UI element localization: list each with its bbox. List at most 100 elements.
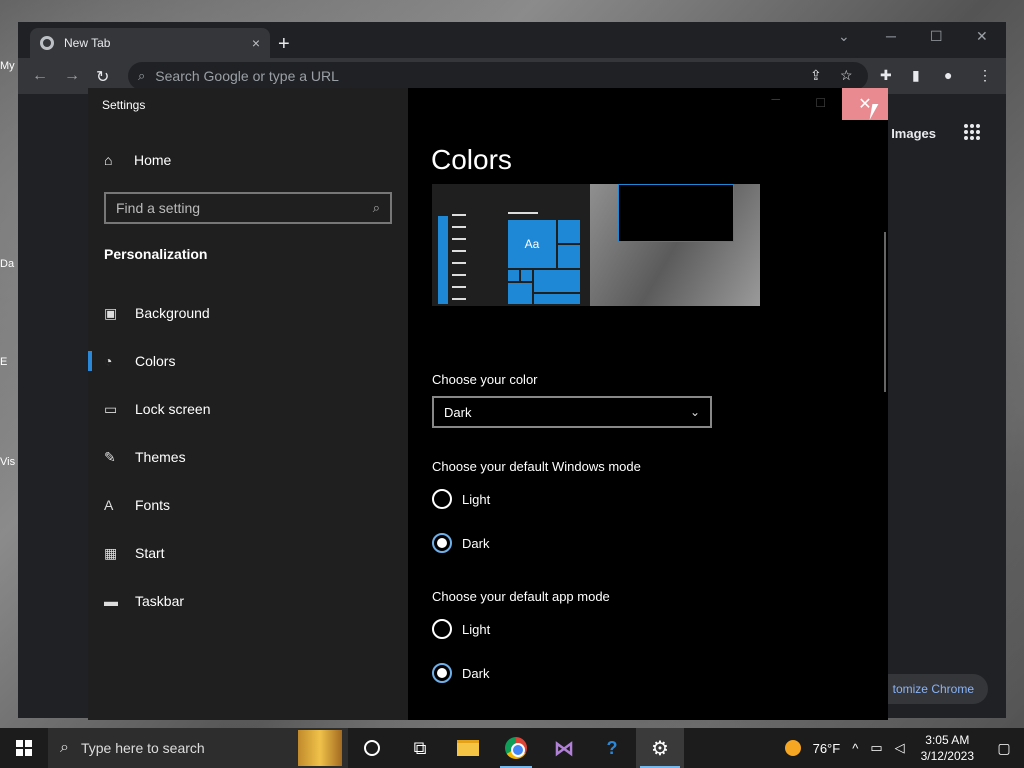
- chrome-favicon-icon: [40, 36, 54, 50]
- taskbar: ⌕ Type here to search ⧉ ⋈ ? ⚙ 76°F ^ ▭ ◁…: [0, 728, 1024, 768]
- settings-taskbar-button[interactable]: ⚙: [636, 728, 684, 768]
- desktop-icon-label[interactable]: E: [0, 356, 18, 368]
- close-button[interactable]: ✕: [842, 88, 888, 120]
- sidebar-item-background[interactable]: ▣ Background: [88, 293, 408, 333]
- radio-circle: [432, 663, 452, 683]
- settings-window-title: Settings: [102, 98, 146, 112]
- volume-muted-icon[interactable]: ◁: [895, 740, 905, 756]
- minimize-button[interactable]: ─: [771, 92, 780, 106]
- page-title: Colors: [431, 144, 512, 175]
- images-link[interactable]: Images: [891, 126, 936, 141]
- visual-studio-button[interactable]: ⋈: [540, 728, 588, 768]
- weather-temperature[interactable]: 76°F: [813, 741, 841, 756]
- dropdown-value: Dark: [444, 404, 472, 420]
- font-icon: A: [104, 497, 114, 513]
- taskbar-icon: ▬: [104, 593, 118, 609]
- bookmark-star-icon[interactable]: ☆: [840, 67, 853, 84]
- chrome-icon: [505, 737, 527, 759]
- address-bar[interactable]: ⌕ Search Google or type a URL: [128, 62, 868, 90]
- sidebar-item-label: Themes: [135, 449, 186, 465]
- omnibox-placeholder: Search Google or type a URL: [155, 68, 339, 84]
- tab-new-tab[interactable]: New Tab ×: [30, 28, 270, 58]
- clock-time: 3:05 AM: [925, 733, 970, 747]
- home-nav-item[interactable]: ⌂ Home: [104, 152, 171, 168]
- cortana-icon: [364, 740, 380, 756]
- sidebar-item-colors[interactable]: ◔ Colors: [88, 341, 408, 381]
- home-label: Home: [134, 152, 172, 168]
- taskbar-search-box[interactable]: ⌕ Type here to search: [48, 728, 348, 768]
- chrome-tab-strip: New Tab × + ⌄ ─ ☐ ✕: [18, 22, 1006, 58]
- section-title: Personalization: [104, 246, 208, 262]
- task-view-icon: ⧉: [413, 737, 427, 758]
- desktop-icon-label[interactable]: Da: [0, 258, 18, 270]
- radio-label: Light: [462, 491, 491, 507]
- task-view-button[interactable]: ⧉: [396, 728, 444, 768]
- sidebar-item-start[interactable]: ▦ Start: [88, 533, 408, 573]
- scrollbar[interactable]: [884, 232, 886, 392]
- search-icon: ⌕: [372, 200, 380, 215]
- windows-mode-dark-radio[interactable]: Dark: [432, 533, 489, 553]
- maximize-button[interactable]: ☐: [930, 28, 943, 45]
- extensions-icon[interactable]: ✚: [880, 67, 892, 84]
- desktop-icon-label[interactable]: My: [0, 60, 18, 72]
- weather-sun-icon: [784, 740, 801, 756]
- visual-studio-icon: ⋈: [554, 737, 574, 760]
- radio-label: Dark: [462, 665, 490, 681]
- sidebar-item-label: Colors: [135, 353, 176, 369]
- sidebar-item-lock-screen[interactable]: ▭ Lock screen: [88, 389, 408, 429]
- preview-tile: Aa: [508, 220, 556, 268]
- file-explorer-icon: [457, 740, 479, 756]
- help-button[interactable]: ?: [588, 728, 636, 768]
- new-tab-button[interactable]: +: [278, 34, 290, 54]
- close-window-button[interactable]: ✕: [976, 28, 988, 45]
- lock-screen-icon: ▭: [104, 400, 118, 417]
- windows-mode-label: Choose your default Windows mode: [432, 459, 641, 474]
- tab-close-icon[interactable]: ×: [252, 35, 260, 51]
- profile-icon[interactable]: ●: [944, 67, 952, 83]
- windows-mode-light-radio[interactable]: Light: [432, 489, 490, 509]
- search-icon: ⌕: [60, 739, 69, 756]
- color-preview-image: Aa: [432, 184, 760, 306]
- network-icon[interactable]: ▭: [870, 740, 882, 756]
- chrome-menu-icon[interactable]: ⋮: [978, 67, 992, 84]
- back-button[interactable]: ←: [32, 67, 48, 85]
- tab-search-chevron-icon[interactable]: ⌄: [838, 28, 850, 45]
- minimize-button[interactable]: ─: [886, 28, 896, 44]
- settings-window: Settings ⌂ Home Find a setting ⌕ Persona…: [88, 88, 888, 720]
- settings-sidebar: Settings ⌂ Home Find a setting ⌕ Persona…: [88, 88, 408, 720]
- maximize-button[interactable]: ☐: [815, 96, 826, 110]
- side-panel-icon[interactable]: ▮: [912, 67, 920, 84]
- start-icon: ▦: [104, 544, 118, 561]
- sidebar-item-taskbar[interactable]: ▬ Taskbar: [88, 581, 408, 621]
- file-explorer-button[interactable]: [444, 728, 492, 768]
- sidebar-item-label: Taskbar: [135, 593, 185, 609]
- system-tray: 76°F ^ ▭ ◁ 3:05 AM 3/12/2023 ▢: [784, 728, 1024, 768]
- clock-date: 3/12/2023: [920, 749, 974, 763]
- tray-chevron-icon[interactable]: ^: [852, 741, 858, 756]
- forward-button[interactable]: →: [64, 67, 80, 85]
- desktop-icon-label[interactable]: Vis: [0, 456, 18, 468]
- cortana-button[interactable]: [348, 728, 396, 768]
- color-mode-dropdown[interactable]: Dark ⌄: [432, 396, 712, 428]
- app-mode-label: Choose your default app mode: [432, 589, 610, 604]
- reload-button[interactable]: ↻: [96, 67, 109, 87]
- brush-icon: ✎: [104, 448, 116, 465]
- google-apps-icon[interactable]: [964, 124, 980, 140]
- share-icon[interactable]: ⇪: [810, 67, 822, 84]
- find-setting-input[interactable]: Find a setting ⌕: [104, 192, 392, 224]
- notification-center-icon[interactable]: ▢: [984, 728, 1024, 768]
- app-mode-light-radio[interactable]: Light: [432, 619, 490, 639]
- radio-label: Light: [462, 621, 491, 637]
- radio-circle: [432, 533, 452, 553]
- clock[interactable]: 3:05 AM 3/12/2023: [921, 732, 974, 764]
- start-button[interactable]: [0, 728, 48, 768]
- chrome-taskbar-button[interactable]: [492, 728, 540, 768]
- sidebar-item-fonts[interactable]: A Fonts: [88, 485, 408, 525]
- settings-content: ─ ☐ ✕ Colors Aa Choose your color Dark ⌄…: [408, 88, 888, 720]
- search-icon: ⌕: [138, 68, 146, 83]
- home-icon: ⌂: [104, 152, 113, 168]
- radio-circle: [432, 619, 452, 639]
- app-mode-dark-radio[interactable]: Dark: [432, 663, 489, 683]
- palette-icon: ◔: [104, 353, 113, 369]
- sidebar-item-themes[interactable]: ✎ Themes: [88, 437, 408, 477]
